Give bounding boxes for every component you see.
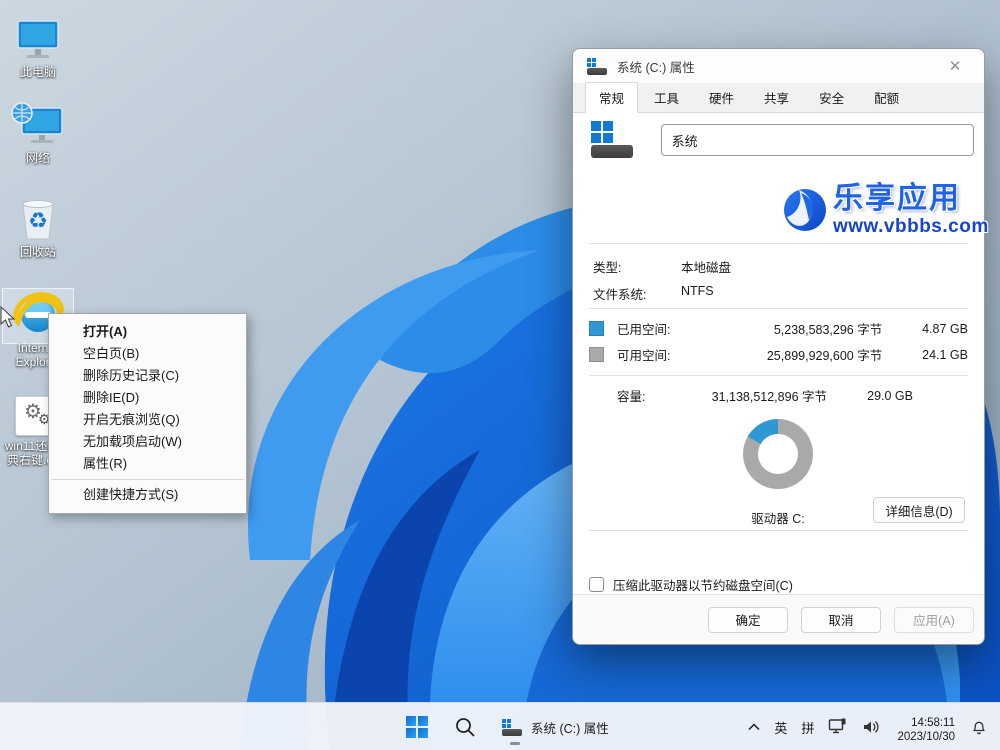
mouse-cursor [0, 306, 16, 330]
volume-tray-button[interactable] [855, 707, 889, 747]
this-pc-icon [0, 14, 76, 62]
free-size: 24.1 GB [882, 348, 968, 362]
speaker-icon [862, 719, 882, 735]
network-icon [828, 718, 848, 736]
free-bytes: 25,899,929,600 字节 [737, 345, 883, 364]
tray-overflow-button[interactable] [741, 707, 767, 747]
used-size: 4.87 GB [882, 322, 968, 336]
tab-security[interactable]: 安全 [805, 82, 858, 113]
menu-item-properties[interactable]: 属性(R) [49, 453, 246, 475]
close-icon[interactable]: ✕ [940, 53, 970, 79]
drive-icon [502, 719, 522, 736]
dialog-tabstrip: 常规 工具 硬件 共享 安全 配额 [573, 83, 984, 113]
free-space-swatch [589, 347, 604, 362]
ime-pinyin-button[interactable]: 拼 [794, 707, 821, 747]
menu-item-create-shortcut[interactable]: 创建快捷方式(S) [49, 484, 246, 506]
compress-checkbox-row[interactable]: 压缩此驱动器以节约磁盘空间(C) [589, 575, 793, 594]
clock-date: 2023/10/30 [897, 730, 955, 744]
ie-context-menu: 打开(A) 空白页(B) 删除历史记录(C) 删除IE(D) 开启无痕浏览(Q)… [48, 313, 247, 514]
used-space-swatch [589, 321, 604, 336]
compress-checkbox-label: 压缩此驱动器以节约磁盘空间(C) [613, 575, 793, 594]
windows-logo-icon [406, 716, 428, 738]
watermark-url: www.vbbbs.com [833, 216, 989, 238]
tab-sharing[interactable]: 共享 [750, 82, 803, 113]
filesystem-row: 文件系统: NTFS [593, 284, 646, 303]
menu-item-no-addons[interactable]: 无加载项启动(W) [49, 431, 246, 453]
drive-caption: 驱动器 C: [728, 508, 828, 527]
chevron-up-icon [748, 723, 760, 731]
dialog-titlebar[interactable]: 系统 (C:) 属性 ✕ [573, 49, 984, 83]
search-icon [454, 716, 476, 738]
volume-label-input[interactable] [661, 124, 974, 156]
taskbar-clock[interactable]: 14:58:11 2023/10/30 [889, 707, 963, 747]
compress-checkbox[interactable] [589, 577, 604, 592]
taskbar-window-label: 系统 (C:) 属性 [531, 718, 609, 737]
active-window-indicator [510, 742, 520, 745]
apply-button[interactable]: 应用(A) [894, 607, 974, 633]
watermark-title: 乐享应用 [833, 183, 989, 215]
drive-properties-dialog: 系统 (C:) 属性 ✕ 常规 工具 硬件 共享 安全 配额 类型: 本地磁盘 [572, 48, 985, 645]
taskbar-window-button[interactable]: 系统 (C:) 属性 [496, 707, 615, 747]
ime-language-button[interactable]: 英 [767, 707, 794, 747]
menu-item-delete-ie[interactable]: 删除IE(D) [49, 387, 246, 409]
bell-icon [970, 718, 988, 736]
watermark: 乐享应用 www.vbbbs.com [783, 183, 989, 238]
desktop-icon-network[interactable]: 网络 [0, 100, 76, 165]
separator [589, 308, 968, 309]
tab-hardware[interactable]: 硬件 [695, 82, 748, 113]
capacity-row: 容量: 31,138,512,896 字节 29.0 GB [589, 387, 968, 404]
separator [589, 243, 968, 244]
notification-center-button[interactable] [963, 707, 1000, 747]
drive-icon [587, 58, 607, 75]
desktop: 此电脑 网络 ♻ 回收站 [0, 0, 1000, 750]
cancel-button[interactable]: 取消 [801, 607, 881, 633]
used-bytes: 5,238,583,296 字节 [737, 319, 883, 338]
tab-general[interactable]: 常规 [585, 82, 638, 113]
icon-label: 此电脑 [0, 65, 76, 79]
menu-item-inprivate[interactable]: 开启无痕浏览(Q) [49, 409, 246, 431]
watermark-logo-icon [783, 183, 829, 235]
separator [589, 375, 968, 376]
capacity-size: 29.0 GB [827, 389, 913, 403]
dialog-title: 系统 (C:) 属性 [617, 57, 940, 76]
type-row: 类型: 本地磁盘 [593, 257, 621, 276]
icon-label: 回收站 [0, 245, 76, 259]
disk-usage-donut [743, 419, 813, 489]
drive-icon-large [591, 121, 633, 159]
clock-time: 14:58:11 [897, 716, 955, 730]
network-tray-button[interactable] [821, 707, 855, 747]
tab-quota[interactable]: 配额 [860, 82, 913, 113]
start-button[interactable] [400, 707, 434, 747]
recycle-bin-icon: ♻ [0, 194, 76, 242]
dialog-footer: 确定 取消 应用(A) [573, 594, 984, 644]
ok-button[interactable]: 确定 [708, 607, 788, 633]
details-button[interactable]: 详细信息(D) [873, 497, 965, 523]
icon-label: 网络 [0, 151, 76, 165]
filesystem-value: NTFS [681, 284, 714, 298]
type-value: 本地磁盘 [681, 257, 731, 276]
separator [589, 530, 968, 531]
search-button[interactable] [448, 707, 482, 747]
network-icon [0, 100, 76, 148]
taskbar: 系统 (C:) 属性 英 拼 [0, 702, 1000, 750]
capacity-bytes: 31,138,512,896 字节 [681, 386, 827, 405]
desktop-icon-recycle-bin[interactable]: ♻ 回收站 [0, 194, 76, 259]
tab-tools[interactable]: 工具 [640, 82, 693, 113]
menu-item-blank-page[interactable]: 空白页(B) [49, 343, 246, 365]
desktop-icon-this-pc[interactable]: 此电脑 [0, 14, 76, 79]
svg-text:♻: ♻ [28, 208, 48, 233]
menu-item-delete-history[interactable]: 删除历史记录(C) [49, 365, 246, 387]
used-space-row: 已用空间: 5,238,583,296 字节 4.87 GB [589, 320, 968, 337]
free-space-row: 可用空间: 25,899,929,600 字节 24.1 GB [589, 346, 968, 363]
menu-separator [51, 479, 244, 480]
menu-item-open[interactable]: 打开(A) [49, 321, 246, 343]
